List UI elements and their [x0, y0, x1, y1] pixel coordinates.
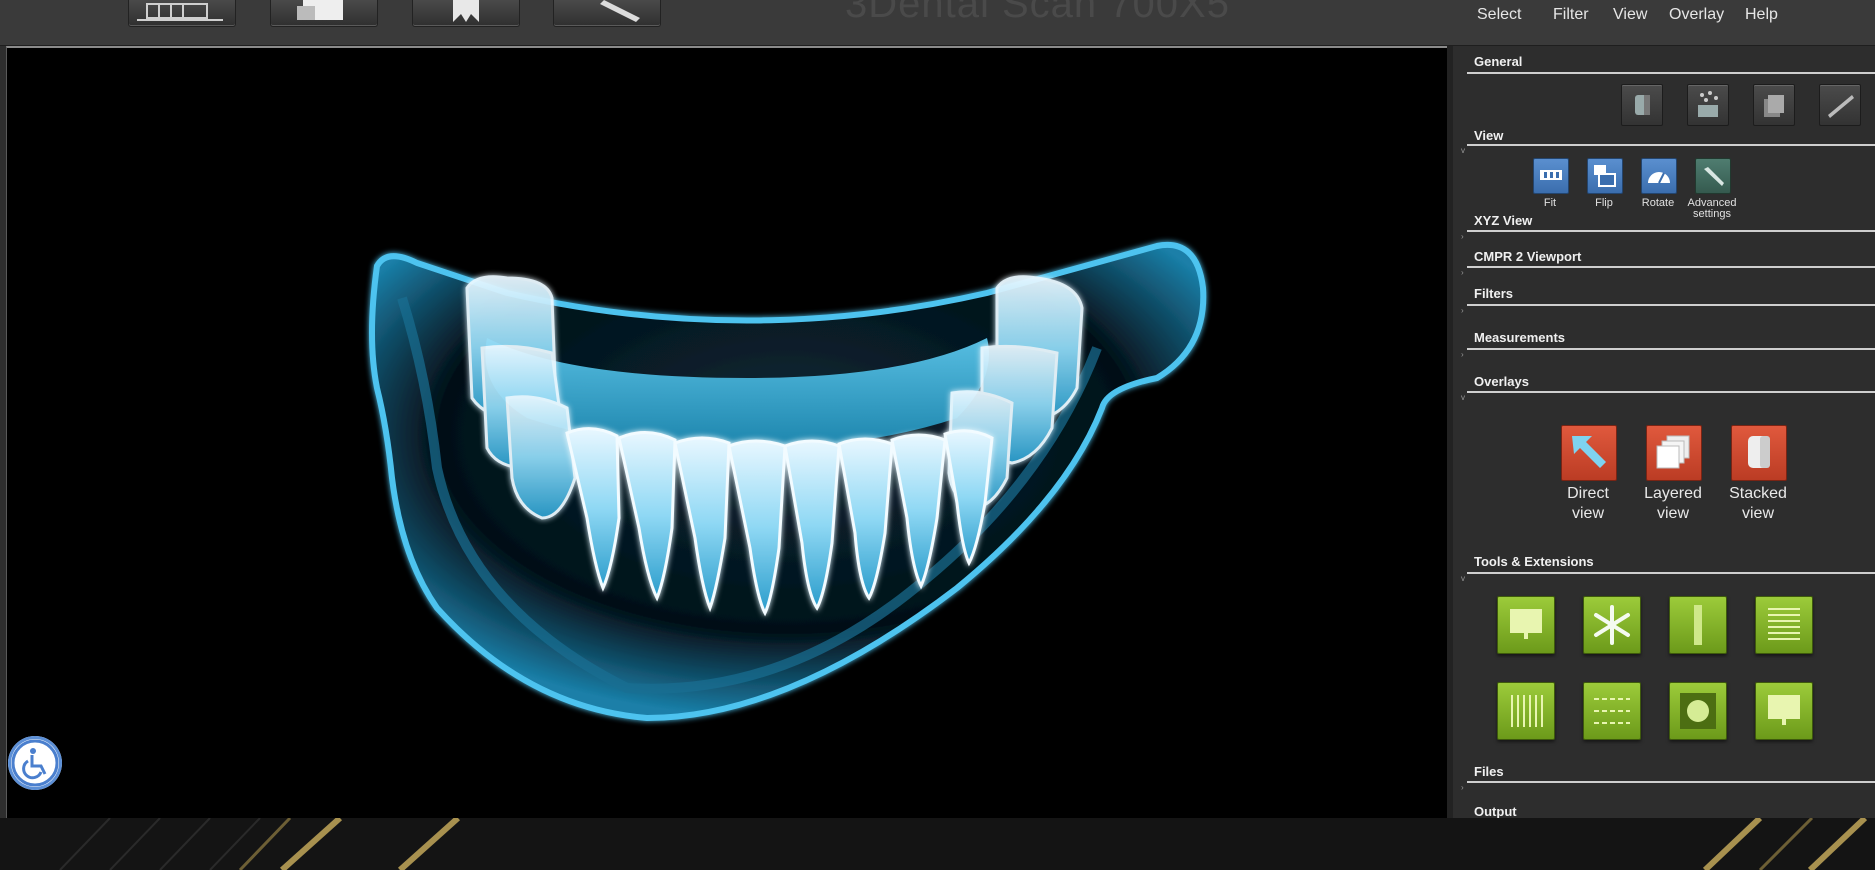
- fit-icon: [1540, 170, 1562, 180]
- tool-grid-lines-button[interactable]: [1755, 596, 1813, 654]
- menu-overlay[interactable]: Overlay: [1669, 0, 1724, 24]
- tool-monitor-2-button[interactable]: [1755, 682, 1813, 740]
- grid-lines-icon: [1768, 608, 1800, 640]
- vertical-lines-icon: [1511, 695, 1543, 727]
- view-rotate-label: Rotate: [1641, 197, 1675, 209]
- top-toolbar: 3Dental Scan 700X5 Select Filter View Ov…: [0, 0, 1875, 46]
- collapse-caret-icon[interactable]: v: [1461, 393, 1465, 402]
- app-title: 3Dental Scan 700X5: [845, 0, 1230, 26]
- section-title-filters[interactable]: Filters: [1474, 286, 1513, 301]
- cylinder-icon: [1635, 95, 1650, 115]
- tool-asterisk-button[interactable]: [1583, 596, 1641, 654]
- overlay-direct-label-line2: view: [1571, 505, 1604, 522]
- flip-icon: [1594, 165, 1616, 187]
- overlay-layered-label-line1: Layered: [1644, 485, 1702, 502]
- section-title-cmpr-viewport[interactable]: CMPR 2 Viewport: [1474, 249, 1581, 264]
- tooth-button[interactable]: [412, 0, 520, 27]
- panoramic-view-icon: [137, 3, 223, 21]
- overlay-stacked-view-button[interactable]: [1731, 425, 1787, 481]
- section-divider: [1467, 230, 1875, 232]
- section-title-tools-extensions: Tools & Extensions: [1474, 554, 1594, 569]
- 3d-viewport[interactable]: [6, 46, 1448, 821]
- stack-icon: [1764, 95, 1784, 117]
- pen-tool-button[interactable]: [553, 0, 661, 27]
- view-fit-button[interactable]: [1533, 158, 1569, 194]
- section-divider: [1467, 144, 1875, 146]
- dashed-lines-icon: [1594, 698, 1630, 724]
- tool-vertical-bar-button[interactable]: [1669, 596, 1727, 654]
- general-scatter-button[interactable]: [1687, 84, 1729, 126]
- menu-filter[interactable]: Filter: [1553, 0, 1589, 24]
- general-stack-button[interactable]: [1753, 84, 1795, 126]
- expand-caret-icon[interactable]: ›: [1461, 232, 1464, 241]
- section-title-xyz-view[interactable]: XYZ View: [1474, 213, 1532, 228]
- view-advanced-settings-button[interactable]: [1695, 158, 1731, 194]
- monitor-icon: [1510, 609, 1542, 639]
- general-cylinder-button[interactable]: [1621, 84, 1663, 126]
- section-divider: [1467, 391, 1875, 393]
- collapse-caret-icon[interactable]: v: [1461, 146, 1465, 155]
- overlay-stacked-label-line1: Stacked: [1729, 485, 1787, 502]
- section-divider: [1467, 304, 1875, 306]
- view-fit-label: Fit: [1543, 197, 1557, 209]
- layers-icon: [297, 0, 343, 20]
- wheelchair-icon: [11, 739, 59, 787]
- tools-panel: General View v Fit Flip Rotate Advanced …: [1447, 46, 1875, 819]
- tooth-icon: [453, 0, 479, 22]
- general-ruler-button[interactable]: [1819, 84, 1861, 126]
- layers-button[interactable]: [270, 0, 378, 27]
- section-divider: [1467, 348, 1875, 350]
- section-divider: [1467, 781, 1875, 783]
- section-title-measurements[interactable]: Measurements: [1474, 330, 1565, 345]
- cursor-arrow-icon: [1572, 436, 1606, 468]
- tool-vertical-lines-button[interactable]: [1497, 682, 1555, 740]
- expand-caret-icon[interactable]: ›: [1461, 783, 1464, 792]
- section-title-output[interactable]: Output: [1474, 804, 1517, 819]
- ruler-icon: [1828, 95, 1854, 118]
- vertical-bar-icon: [1694, 605, 1702, 645]
- panoramic-view-button[interactable]: [128, 0, 236, 27]
- tool-monitor-button[interactable]: [1497, 596, 1555, 654]
- expand-caret-icon[interactable]: ›: [1461, 350, 1464, 359]
- settings-icon: [1704, 167, 1724, 186]
- view-rotate-button[interactable]: [1641, 158, 1677, 194]
- section-divider: [1467, 72, 1875, 74]
- tool-lens-button[interactable]: [1669, 682, 1727, 740]
- tool-dashed-lines-button[interactable]: [1583, 682, 1641, 740]
- overlay-direct-label-line1: Direct: [1567, 485, 1609, 502]
- accessibility-button[interactable]: [8, 736, 62, 790]
- monitor-icon: [1768, 695, 1800, 725]
- expand-caret-icon[interactable]: ›: [1461, 306, 1464, 315]
- overlay-stacked-label-line2: view: [1741, 505, 1774, 522]
- menu-select[interactable]: Select: [1477, 0, 1521, 24]
- view-flip-label: Flip: [1595, 197, 1613, 209]
- section-divider: [1467, 572, 1875, 574]
- pen-tool-icon: [600, 0, 640, 22]
- gold-stripes-decoration: [59, 818, 1868, 870]
- overlay-layered-view-button[interactable]: [1646, 425, 1702, 481]
- menu-view[interactable]: View: [1613, 0, 1647, 24]
- decorative-footer-strip: [0, 818, 1875, 870]
- overlay-layered-label-line2: view: [1656, 505, 1689, 522]
- asterisk-icon: [1594, 605, 1630, 645]
- view-advanced-settings-label-line2: settings: [1693, 208, 1731, 220]
- section-divider: [1467, 266, 1875, 268]
- section-title-files[interactable]: Files: [1474, 764, 1504, 779]
- section-title-view: View: [1474, 128, 1504, 143]
- dental-xray-jaw-render: [369, 241, 1207, 722]
- scatter-icon: [1698, 91, 1718, 117]
- section-title-overlays: Overlays: [1474, 374, 1529, 389]
- overlay-direct-view-button[interactable]: [1561, 425, 1617, 481]
- rotate-icon: [1648, 172, 1670, 184]
- layers-icon: [1656, 435, 1690, 469]
- cylinder-icon: [1748, 436, 1770, 468]
- view-flip-button[interactable]: [1587, 158, 1623, 194]
- section-title-general: General: [1474, 54, 1523, 69]
- lens-icon: [1680, 693, 1716, 729]
- collapse-caret-icon[interactable]: v: [1461, 574, 1465, 583]
- menu-help[interactable]: Help: [1745, 0, 1778, 24]
- expand-caret-icon[interactable]: ›: [1461, 268, 1464, 277]
